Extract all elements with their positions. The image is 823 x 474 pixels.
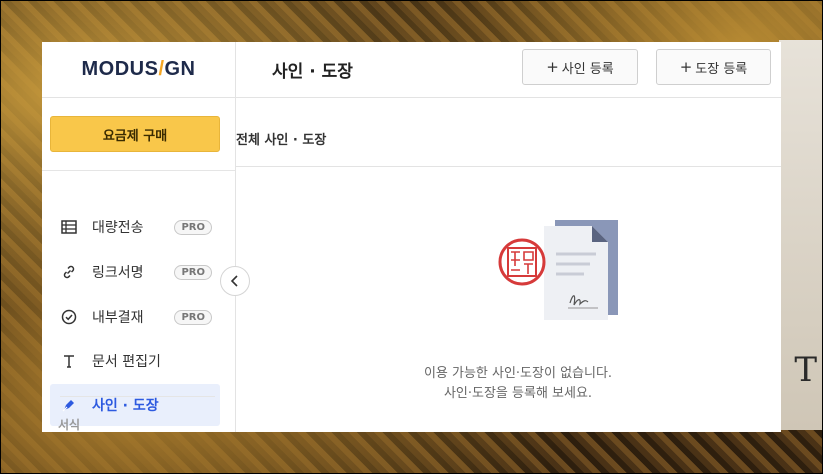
sidebar-item-label: 대량전송 [92,220,144,236]
pen-icon [60,396,78,414]
logo-area[interactable]: MODUS/GN [42,42,236,97]
table-icon [60,218,78,236]
sidebar-item-link-sign[interactable]: 링크서명 PRO [50,251,220,293]
main-content: 전체 사인 · 도장 이용 가능한 사인·도장이 없습니다. 사인·도장을 등록… [236,98,781,432]
collapse-sidebar-button[interactable] [220,266,250,296]
pro-badge: PRO [174,219,212,235]
sidebar-item-bulk-send[interactable]: 대량전송 PRO [50,206,220,248]
sidebar-item-label: 내부결재 [92,310,144,326]
filter-title[interactable]: 전체 사인 · 도장 [236,129,326,148]
link-icon [60,263,78,281]
divider [42,170,235,171]
divider [60,396,215,397]
add-stamp-button[interactable]: + 도장 등록 [656,49,771,85]
plus-icon: + [679,58,693,76]
sidebar-item-approval[interactable]: 내부결재 PRO [50,296,220,338]
add-sign-button[interactable]: + 사인 등록 [522,49,638,85]
sidebar-item-label: 링크서명 [92,265,144,281]
page-title: 사인 · 도장 [272,62,353,82]
text-icon [60,352,78,370]
header: MODUS/GN 사인 · 도장 + 사인 등록 + 도장 등록 [42,42,781,98]
pro-badge: PRO [174,309,212,325]
add-stamp-label: 도장 등록 [695,61,748,77]
check-circle-icon [60,308,78,326]
add-sign-label: 사인 등록 [561,61,614,77]
app-window: MODUS/GN 사인 · 도장 + 사인 등록 + 도장 등록 요금제 구매 … [42,42,781,432]
buy-plan-button[interactable]: 요금제 구매 [50,116,220,152]
section-label: 서식 [58,418,81,432]
background-frame: T [779,40,823,430]
empty-state-illustration [498,220,623,324]
pro-badge: PRO [174,264,212,280]
divider [236,166,781,167]
empty-message-sub: 사인·도장을 등록해 보세요. [443,386,593,401]
plus-icon: + [546,58,559,76]
empty-message: 이용 가능한 사인·도장이 없습니다. [423,366,613,381]
chevron-left-icon [230,272,240,291]
logo: MODUS/GN [81,58,196,80]
